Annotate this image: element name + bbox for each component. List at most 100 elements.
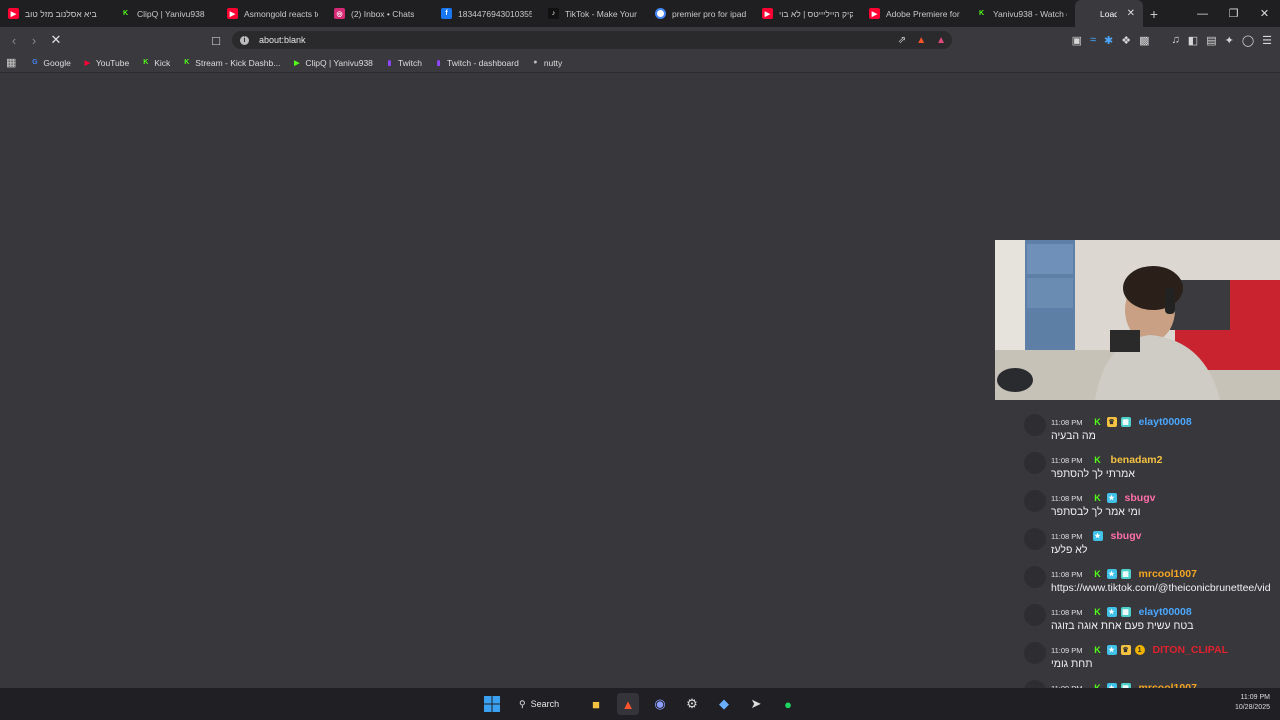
chat-text: תחת גומי <box>1051 658 1093 670</box>
bookmark-label: Google <box>43 57 71 68</box>
translate-extension-icon[interactable]: ✱ <box>1104 34 1113 47</box>
chat-timestamp: 11:08 PM <box>1051 531 1083 541</box>
kick-badge-icon: K <box>1094 645 1101 655</box>
vpn-shield-icon[interactable]: ◯ <box>1242 34 1254 47</box>
steam-icon[interactable]: ⚙ <box>681 693 703 715</box>
clipq-icon: K <box>122 10 129 17</box>
avatar[interactable] <box>1024 604 1046 626</box>
address-text[interactable]: about:blank <box>259 35 306 45</box>
bookmark-page-icon[interactable]: □ <box>206 30 226 50</box>
tab-title: (2) Inbox • Chats <box>351 8 415 19</box>
screenshot-extension-icon[interactable]: ▩ <box>1139 34 1149 47</box>
avatar[interactable] <box>1024 680 1046 688</box>
sidebar-icon[interactable]: ◧ <box>1188 34 1198 47</box>
bookmark-3[interactable]: K Stream - Kick Dashb... <box>182 58 280 68</box>
avatar[interactable] <box>1024 566 1046 588</box>
chat-text: בטח עשית פעם אחת אוגה בזוגה <box>1051 620 1194 632</box>
wave-extension-icon[interactable]: ≈ <box>1090 34 1096 46</box>
restore-icon[interactable]: ❐ <box>1218 0 1249 27</box>
chat-username[interactable]: DITON_CLIPAL <box>1153 644 1228 656</box>
clock-date: 10/28/2025 <box>1234 704 1270 711</box>
chat-username[interactable]: sbugv <box>1125 492 1156 504</box>
file-explorer-icon[interactable]: ■ <box>585 693 607 715</box>
twitch-icon: ▮ <box>436 59 441 67</box>
tab-title: Asmongold reacts to <box>244 8 318 19</box>
chat-overlay: 11:08 PM K ♛ ▦ elayt00008 מה הבעיה 11:08 PM Kbe… <box>1020 410 1280 688</box>
avatar[interactable] <box>1024 528 1046 550</box>
bookmark-label: Twitch <box>397 57 422 68</box>
subscriber-badge-icon: ★ <box>1106 493 1117 503</box>
brave-rewards-icon[interactable]: ▲ <box>936 35 946 46</box>
puzzle-extensions-icon[interactable]: ❖ <box>1121 34 1131 47</box>
forward-button[interactable]: › <box>24 30 44 50</box>
bookmark-6[interactable]: ▮ Twitch - dashboard <box>434 58 519 68</box>
discord-icon[interactable]: ◉ <box>649 693 671 715</box>
windows-start-icon[interactable] <box>481 693 503 715</box>
tab-6[interactable]: premier pro for ipad <box>647 0 754 27</box>
chat-username[interactable]: mrcool1007 <box>1139 568 1197 580</box>
chat-timestamp: 11:08 PM <box>1051 607 1083 617</box>
site-info-icon[interactable]: i <box>240 35 249 45</box>
brave-browser-icon[interactable]: ▲ <box>617 693 639 715</box>
webcam-image <box>995 240 1280 400</box>
chat-message: 11:08 PM K ♛ ▦ elayt00008 מה הבעיה <box>1020 410 1280 448</box>
avatar[interactable] <box>1024 452 1046 474</box>
bookmark-2[interactable]: K Kick <box>141 58 170 68</box>
tab-8[interactable]: ▶ Adobe Premiere for <box>861 0 968 27</box>
chat-username[interactable]: sbugv <box>1111 530 1142 542</box>
apps-grid-icon[interactable]: ▦ <box>6 56 16 69</box>
tab-5[interactable]: ♪ TikTok - Make Your D <box>540 0 647 27</box>
subscriber-badge-icon: ★ <box>1106 645 1117 655</box>
avatar[interactable] <box>1024 490 1046 512</box>
taskbar-search[interactable]: ⚲ Search <box>513 693 575 715</box>
gift-badge-icon: ▦ <box>1120 569 1131 579</box>
chat-message: 11:08 PM Kbenadam2 אמרתי לך להסתפר <box>1020 448 1280 486</box>
leo-ai-icon[interactable]: ✦ <box>1225 34 1234 47</box>
search-icon: ⚲ <box>519 698 526 709</box>
tab-3[interactable]: ◎ (2) Inbox • Chats <box>326 0 433 27</box>
chat-timestamp: 11:09 PM <box>1051 645 1083 655</box>
new-tab-button[interactable]: + <box>1143 0 1165 27</box>
youtube-icon: ▶ <box>227 8 238 19</box>
share-icon[interactable]: ⇗ <box>898 35 906 46</box>
bookmark-5[interactable]: ▮ Twitch <box>385 58 422 68</box>
address-bar[interactable]: i about:blank ⇗ ▲ ▲ <box>232 31 952 49</box>
close-tab-icon[interactable]: ✕ <box>1127 8 1135 19</box>
chat-meta: 11:08 PM K ★ ▦ elayt00008 <box>1051 606 1192 618</box>
kick-badge-icon: K <box>1094 493 1101 503</box>
minimize-icon[interactable]: — <box>1187 0 1218 27</box>
bookmark-4[interactable]: ▶ ClipQ | Yanivu938 <box>292 58 373 68</box>
chat-username[interactable]: elayt00008 <box>1139 606 1192 618</box>
chat-username[interactable]: elayt00008 <box>1139 416 1192 428</box>
tab-9[interactable]: K Yanivu938 - Watch c <box>968 0 1075 27</box>
menu-icon[interactable]: ☰ <box>1262 34 1272 47</box>
bookmark-7[interactable]: ● nutty <box>531 58 562 68</box>
close-window-icon[interactable]: ✕ <box>1249 0 1280 27</box>
avatar[interactable] <box>1024 414 1046 436</box>
tab-4[interactable]: f 18344769430103556 <box>433 0 540 27</box>
clock-time: 11:09 PM <box>1240 694 1270 701</box>
tab-title: Adobe Premiere for <box>886 8 960 19</box>
tab-0[interactable]: ▶ ביא אסלנוב מזל טוב <box>0 0 112 27</box>
kick-icon: K <box>978 10 985 17</box>
back-button[interactable]: ‹ <box>4 30 24 50</box>
avatar[interactable] <box>1024 642 1046 664</box>
tab-10[interactable]: Loadi ✕ <box>1075 0 1143 27</box>
arrow-app-icon[interactable]: ➤ <box>745 693 767 715</box>
brave-shields-icon[interactable]: ▲ <box>916 35 926 46</box>
stop-loading-button[interactable]: ✕ <box>46 30 66 50</box>
image-extension-icon[interactable]: ▣ <box>1072 34 1082 47</box>
gem-app-icon[interactable]: ◆ <box>713 693 735 715</box>
bookmark-1[interactable]: ▶ YouTube <box>83 58 130 68</box>
media-controls-icon[interactable]: ♫ <box>1172 34 1180 46</box>
bookmark-0[interactable]: G Google <box>30 57 71 68</box>
spotify-icon[interactable]: ● <box>777 693 799 715</box>
chat-meta: 11:08 PM Kbenadam2 <box>1051 454 1162 466</box>
wallet-icon[interactable]: ▤ <box>1206 34 1216 47</box>
tab-2[interactable]: ▶ Asmongold reacts to <box>219 0 326 27</box>
system-tray-clock[interactable]: 11:09 PM 10/28/2025 <box>1235 693 1270 713</box>
chat-username[interactable]: benadam2 <box>1111 454 1163 466</box>
tab-1[interactable]: K ClipQ | Yanivu938 <box>112 0 219 27</box>
bookmark-label: nutty <box>543 57 563 68</box>
tab-7[interactable]: ▶ קיק הייליייטס | לא בוי <box>754 0 861 27</box>
